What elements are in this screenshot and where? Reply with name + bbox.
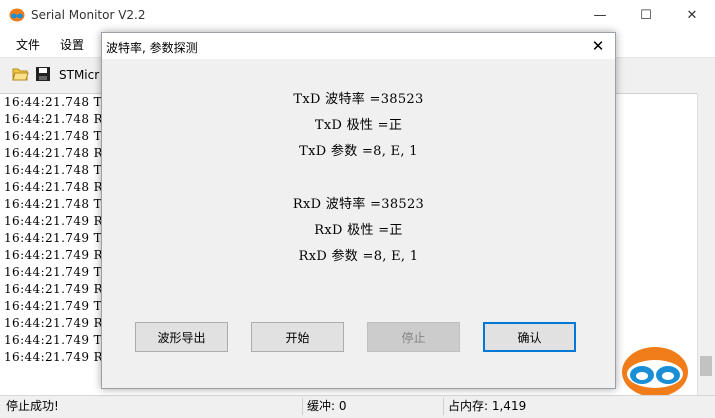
save-icon[interactable] xyxy=(35,66,51,82)
txd-polarity-text: TxD 极性 =正 xyxy=(314,118,403,133)
start-button[interactable]: 开始 xyxy=(251,322,344,352)
status-buffer: 缓冲: 0 xyxy=(302,398,437,415)
export-waveform-button[interactable]: 波形导出 xyxy=(135,322,228,352)
stop-button[interactable]: 停止 xyxy=(367,322,460,352)
menu-file[interactable]: 文件 xyxy=(16,36,40,53)
txd-params-text: TxD 参数 =8, E, 1 xyxy=(299,144,418,159)
rxd-params-text: RxD 参数 =8, E, 1 xyxy=(298,249,419,264)
minimize-button[interactable]: — xyxy=(577,0,623,31)
vertical-scrollbar[interactable] xyxy=(697,93,715,395)
close-button[interactable]: ✕ xyxy=(669,0,715,31)
open-folder-icon[interactable] xyxy=(12,66,29,81)
status-message: 停止成功! xyxy=(6,399,59,413)
rxd-baud-text: RxD 波特率 =38523 xyxy=(292,197,425,212)
maximize-button[interactable]: ☐ xyxy=(623,0,669,31)
baud-detect-dialog: 波特率, 参数探测 ✕ TxD 波特率 =38523 TxD 极性 =正 TxD… xyxy=(101,32,616,389)
device-select[interactable]: STMicr xyxy=(59,68,99,82)
rxd-polarity-text: RxD 极性 =正 xyxy=(314,223,403,238)
ok-button[interactable]: 确认 xyxy=(483,322,576,352)
dialog-title: 波特率, 参数探测 xyxy=(106,41,198,55)
status-memory: 占内存: 1,419 xyxy=(443,398,608,415)
app-icon xyxy=(9,8,25,22)
brand-logo xyxy=(622,347,688,397)
dialog-close-button[interactable]: ✕ xyxy=(582,33,614,59)
scrollbar-thumb[interactable] xyxy=(700,356,712,376)
txd-baud-text: TxD 波特率 =38523 xyxy=(293,92,424,107)
window-title: Serial Monitor V2.2 xyxy=(31,8,146,22)
menu-settings[interactable]: 设置 xyxy=(60,36,84,53)
